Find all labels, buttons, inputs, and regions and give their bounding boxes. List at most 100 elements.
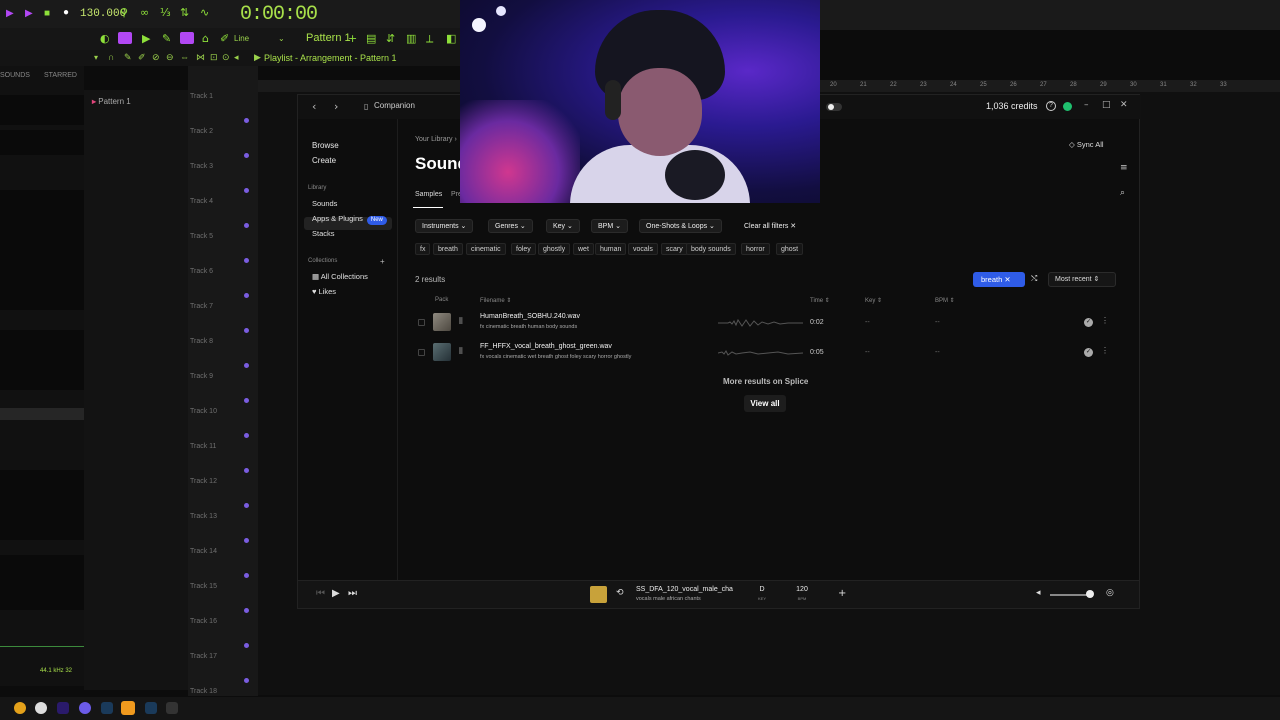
track-mute-dot[interactable]	[244, 363, 249, 368]
play-icon[interactable]: ▶	[25, 8, 33, 19]
add-icon[interactable]: +	[838, 588, 846, 599]
pattern-icon[interactable]	[118, 32, 132, 44]
filter-bpm[interactable]: BPM ⌄	[591, 219, 628, 233]
active-tag-breath[interactable]: breath ✕	[973, 272, 1025, 287]
shuffle-icon[interactable]: ⤭	[1031, 274, 1037, 284]
track-mute-dot[interactable]	[244, 433, 249, 438]
track-label[interactable]: Track 14	[190, 548, 217, 555]
premiere-icon[interactable]	[57, 702, 69, 714]
now-playing-tags[interactable]: vocals male african chants	[636, 596, 701, 602]
metronome-icon[interactable]: ⚲	[120, 6, 128, 19]
column-time[interactable]: Time ⇕	[810, 297, 830, 304]
track-label[interactable]: Track 2	[190, 128, 213, 135]
track-label[interactable]: Track 12	[190, 478, 217, 485]
magnet-icon[interactable]: ◐	[100, 32, 110, 45]
view-all-button[interactable]: View all	[744, 395, 786, 412]
track-mute-dot[interactable]	[244, 118, 249, 123]
arrow-right-icon[interactable]: ▶	[254, 52, 261, 63]
loop-icon[interactable]: ∞	[140, 6, 149, 19]
companion-label[interactable]: Companion	[374, 101, 415, 110]
queue-icon[interactable]: ≡	[1120, 163, 1128, 173]
nav-create[interactable]: Create	[312, 156, 336, 165]
channel-icon[interactable]: ▥	[406, 32, 416, 45]
now-playing-thumbnail[interactable]	[590, 586, 607, 603]
brush-icon[interactable]: ✐	[220, 32, 229, 45]
clear-filters-button[interactable]: Clear all filters ✕	[744, 222, 796, 230]
tag-chip[interactable]: horror	[741, 243, 770, 255]
line-mode[interactable]: Line	[234, 34, 249, 43]
fl-studio-icon[interactable]	[121, 701, 135, 715]
track-label[interactable]: Track 1	[190, 93, 213, 100]
maximize-icon[interactable]: □	[1102, 100, 1111, 110]
slice-icon[interactable]: ⋈	[196, 52, 205, 63]
stop-icon[interactable]: ■	[44, 8, 50, 19]
filter-key[interactable]: Key ⌄	[546, 219, 580, 233]
column-bpm[interactable]: BPM ⇕	[935, 297, 955, 304]
track-mute-dot[interactable]	[244, 608, 249, 613]
track-mute-dot[interactable]	[244, 398, 249, 403]
browser-item[interactable]	[0, 130, 84, 155]
pack-thumbnail[interactable]	[433, 343, 451, 361]
track-mute-dot[interactable]	[244, 293, 249, 298]
arrow-icon[interactable]: ▶	[142, 32, 150, 45]
track-label[interactable]: Track 11	[190, 443, 216, 450]
track-label[interactable]: Track 4	[190, 198, 213, 205]
table-row[interactable]: ⫴ FF_HFFX_vocal_breath_ghost_green.wav f…	[413, 339, 1123, 367]
more-options-icon[interactable]: ⋮	[1101, 346, 1109, 355]
tab-samples[interactable]: Samples	[415, 191, 442, 198]
tag-chip[interactable]: scary	[661, 243, 688, 255]
track-mute-dot[interactable]	[244, 468, 249, 473]
track-mute-dot[interactable]	[244, 223, 249, 228]
sidebar-item-apps-plugins[interactable]: Apps & Plugins New	[312, 214, 387, 225]
more-options-icon[interactable]: ⋮	[1101, 316, 1109, 325]
tag-chip[interactable]: human	[595, 243, 627, 255]
play-icon[interactable]: ▶	[332, 588, 340, 599]
browser-item[interactable]	[0, 95, 84, 125]
column-filename[interactable]: Filename ⇕	[480, 297, 511, 304]
browser-tab-starred[interactable]: STARRED	[44, 72, 77, 79]
column-key[interactable]: Key ⇕	[865, 297, 882, 304]
waveform-icon[interactable]: ⫴	[459, 316, 463, 327]
minimize-icon[interactable]: –	[1084, 100, 1089, 110]
sample-waveform[interactable]	[718, 348, 803, 358]
discord-icon[interactable]	[79, 702, 91, 714]
chrome-icon[interactable]	[14, 702, 26, 714]
browser-tab-sounds[interactable]: SOUNDS	[0, 72, 30, 79]
track-label[interactable]: Track 10	[190, 408, 217, 415]
tag-chip[interactable]: cinematic	[466, 243, 506, 255]
mixer-icon[interactable]: ⇵	[386, 32, 395, 45]
previous-icon[interactable]: ⏮	[316, 588, 325, 599]
tag-chip[interactable]: ghostly	[538, 243, 571, 255]
filter-genres[interactable]: Genres ⌄	[488, 219, 533, 233]
add-collection-icon[interactable]: +	[380, 257, 385, 266]
track-label[interactable]: Track 13	[190, 513, 217, 520]
tag-chip[interactable]: foley	[511, 243, 536, 255]
sample-tags[interactable]: fx vocals cinematic wet breath ghost fol…	[480, 354, 631, 360]
track-label[interactable]: Track 16	[190, 618, 217, 625]
sync-all-button[interactable]: ◇ Sync All	[1069, 140, 1104, 149]
pack-thumbnail[interactable]	[433, 313, 451, 331]
sort-dropdown[interactable]: Most recent ⇕	[1048, 272, 1116, 287]
filter-instruments[interactable]: Instruments ⌄	[415, 219, 474, 233]
snap-icon[interactable]: ⅓	[160, 6, 171, 19]
row-checkbox[interactable]	[418, 319, 425, 326]
sample-filename[interactable]: FF_HFFX_vocal_breath_ghost_green.wav	[480, 343, 612, 350]
tag-chip[interactable]: wet	[573, 243, 594, 255]
pencil-icon[interactable]: ✎	[124, 52, 132, 63]
sidebar-item-all-collections[interactable]: ▦ All Collections	[312, 272, 368, 281]
table-row[interactable]: ⫴ HumanBreath_SOBHU.240.wav fx cinematic…	[413, 309, 1123, 337]
lock-icon[interactable]: ⌂	[202, 32, 209, 45]
sidebar-item-stacks[interactable]: Stacks	[312, 229, 335, 238]
help-icon[interactable]: ?	[1046, 101, 1056, 111]
pencil-icon[interactable]: ✎	[162, 32, 171, 45]
credits-count[interactable]: 1,036 credits	[986, 101, 1038, 111]
browser-item[interactable]	[0, 190, 84, 310]
sample-filename[interactable]: HumanBreath_SOBHU.240.wav	[480, 313, 580, 320]
tag-icon[interactable]: ⌕	[1120, 188, 1125, 198]
waveform-icon[interactable]: ⫴	[459, 346, 463, 357]
track-label[interactable]: Track 5	[190, 233, 213, 240]
row-checkbox[interactable]	[418, 349, 425, 356]
close-icon[interactable]: ✕	[1120, 100, 1128, 110]
mute-icon[interactable]: ⊖	[166, 52, 174, 63]
tag-chip[interactable]: fx	[415, 243, 431, 255]
